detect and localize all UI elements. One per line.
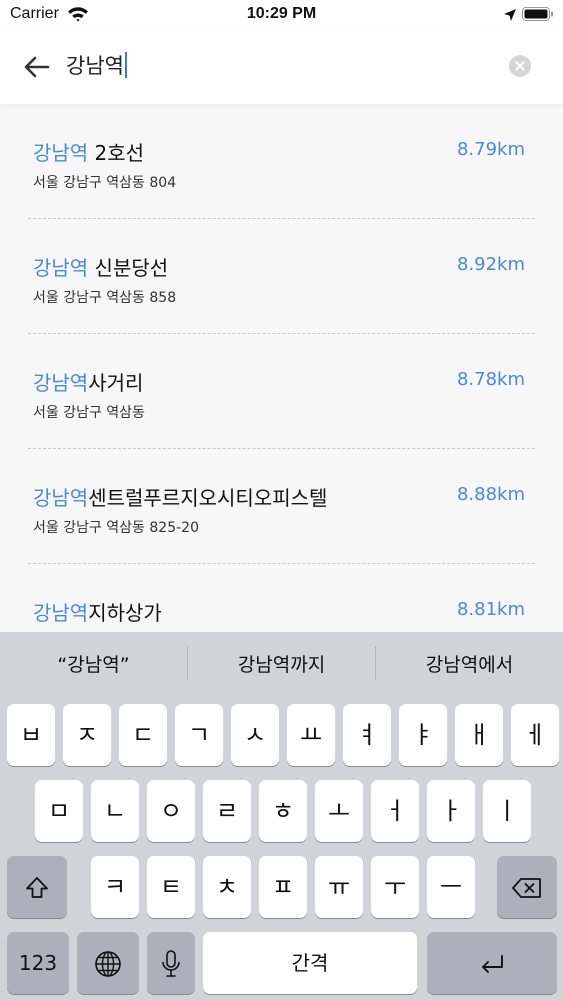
key-a[interactable]: ㅏ [427, 780, 475, 842]
result-distance: 8.88km [456, 484, 525, 505]
shift-key[interactable] [7, 856, 67, 918]
key-u[interactable]: ㅜ [371, 856, 419, 918]
key-yu[interactable]: ㅠ [315, 856, 363, 918]
key-yo[interactable]: ㅛ [287, 704, 335, 766]
result-title: 강남역지하상가 [33, 597, 162, 626]
suggestion-item[interactable]: 강남역까지 [188, 632, 375, 698]
result-title: 강남역 신분당선 [33, 252, 168, 281]
back-button[interactable] [22, 52, 52, 82]
key-e[interactable]: ㅔ [511, 704, 559, 766]
result-address: 서울 강남구 역삼동 804 [33, 175, 177, 191]
key-ya[interactable]: ㅑ [399, 704, 447, 766]
result-highlight: 강남역 [33, 141, 89, 165]
result-distance: 8.81km [456, 599, 525, 620]
suggestion-quoted[interactable]: “강남역” [0, 632, 187, 698]
result-highlight: 강남역 [33, 256, 89, 280]
clear-icon [509, 61, 531, 81]
key-r[interactable]: ㄹ [203, 780, 251, 842]
space-key[interactable]: 간격 [203, 932, 417, 994]
dictation-key[interactable] [147, 932, 195, 994]
result-distance: 8.79km [456, 139, 525, 160]
result-distance: 8.92km [456, 254, 525, 275]
globe-icon [93, 949, 123, 977]
search-query: 강남역 [66, 54, 124, 78]
result-title-rest: 신분당선 [88, 256, 169, 280]
location-arrow-icon [503, 7, 517, 26]
numbers-key[interactable]: 123 [7, 932, 69, 994]
result-title: 강남역센트럴푸르지오시티오피스텔 [33, 482, 327, 511]
result-address: 서울 강남구 역삼동 825-20 [33, 520, 199, 536]
list-item[interactable]: 강남역사거리 서울 강남구 역삼동 8.78km [28, 334, 535, 449]
backspace-key[interactable] [497, 856, 557, 918]
keyboard: “강남역” 강남역까지 강남역에서 ㅂ ㅈ ㄷ ㄱ ㅅ ㅛ ㅕ ㅑ ㅐ ㅔ ㅁ … [0, 632, 563, 1000]
globe-key[interactable] [77, 932, 139, 994]
key-j[interactable]: ㅈ [63, 704, 111, 766]
key-ch[interactable]: ㅊ [203, 856, 251, 918]
search-input[interactable]: 강남역 [66, 50, 127, 80]
key-m[interactable]: ㅁ [35, 780, 83, 842]
key-d[interactable]: ㄷ [119, 704, 167, 766]
key-g[interactable]: ㄱ [175, 704, 223, 766]
key-ae[interactable]: ㅐ [455, 704, 503, 766]
result-title-rest: 센트럴푸르지오시티오피스텔 [88, 486, 328, 510]
key-n[interactable]: ㄴ [91, 780, 139, 842]
status-time: 10:29 PM [246, 5, 317, 22]
result-highlight: 강남역 [33, 486, 89, 510]
text-caret [124, 52, 127, 78]
shift-icon [24, 873, 50, 901]
arrow-left-icon [22, 56, 52, 86]
key-b[interactable]: ㅂ [7, 704, 55, 766]
suggestion-item[interactable]: 강남역에서 [376, 632, 563, 698]
list-item[interactable]: 강남역 신분당선 서울 강남구 역삼동 858 8.92km [28, 219, 535, 334]
result-title-rest: 지하상가 [88, 601, 162, 625]
result-highlight: 강남역 [33, 371, 89, 395]
key-s[interactable]: ㅅ [231, 704, 279, 766]
key-yeo[interactable]: ㅕ [343, 704, 391, 766]
clear-button[interactable] [509, 55, 531, 77]
microphone-icon [160, 949, 182, 977]
search-header: 강남역 [0, 28, 563, 104]
key-i[interactable]: ㅣ [483, 780, 531, 842]
key-k[interactable]: ㅋ [91, 856, 139, 918]
key-t[interactable]: ㅌ [147, 856, 195, 918]
key-o[interactable]: ㅗ [315, 780, 363, 842]
key-ng[interactable]: ㅇ [147, 780, 195, 842]
key-p[interactable]: ㅍ [259, 856, 307, 918]
result-address: 서울 강남구 역삼동 858 [33, 290, 177, 306]
return-icon [478, 949, 506, 977]
result-title: 강남역 2호선 [33, 137, 144, 166]
result-highlight: 강남역 [33, 601, 89, 625]
status-bar: Carrier 10:29 PM [0, 0, 563, 28]
suggestion-bar: “강남역” 강남역까지 강남역에서 [0, 632, 563, 698]
key-h[interactable]: ㅎ [259, 780, 307, 842]
list-item[interactable]: 강남역 2호선 서울 강남구 역삼동 804 8.79km [28, 104, 535, 219]
result-title-rest: 2호선 [88, 141, 145, 165]
battery-icon [522, 6, 554, 26]
result-address: 서울 강남구 역삼동 [33, 405, 145, 421]
key-eo[interactable]: ㅓ [371, 780, 419, 842]
list-item[interactable]: 강남역센트럴푸르지오시티오피스텔 서울 강남구 역삼동 825-20 8.88k… [28, 449, 535, 564]
result-title: 강남역사거리 [33, 367, 143, 396]
backspace-icon [511, 873, 543, 901]
key-eu[interactable]: ㅡ [427, 856, 475, 918]
result-title-rest: 사거리 [88, 371, 144, 395]
results-list: 강남역 2호선 서울 강남구 역삼동 804 8.79km 강남역 신분당선 서… [28, 104, 535, 679]
return-key[interactable] [427, 932, 557, 994]
result-distance: 8.78km [456, 369, 525, 390]
